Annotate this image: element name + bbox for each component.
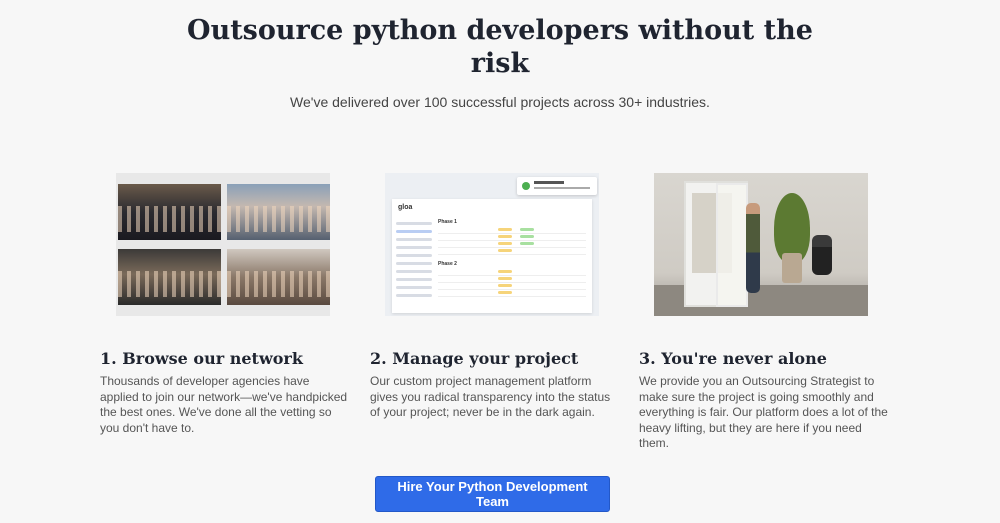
page-title: Outsource python developers without the …	[0, 14, 1000, 80]
page-title-line-1: Outsource python developers without the	[187, 15, 813, 46]
project-dashboard-screenshot: gloa Phase 1 Phase 2	[385, 173, 599, 316]
step-2-text: Our custom project management platform g…	[370, 374, 611, 419]
step-3-title: 3. You're never alone	[639, 349, 827, 368]
team-photos-collage	[116, 173, 330, 316]
person-seated	[812, 235, 832, 275]
dashboard-table: Phase 1 Phase 2	[438, 217, 586, 297]
team-photo-3	[118, 249, 221, 305]
notification-icon	[522, 182, 530, 190]
office-phone-booth-photo	[654, 173, 868, 316]
step-3-text: We provide you an Outsourcing Strategist…	[639, 374, 888, 450]
step-1-text: Thousands of developer agencies have app…	[100, 374, 348, 435]
pod-door	[716, 183, 748, 307]
step-1-title: 1. Browse our network	[100, 349, 303, 368]
step-2-title: 2. Manage your project	[370, 349, 579, 368]
page-title-line-2: risk	[470, 48, 530, 79]
team-photo-4	[227, 249, 330, 305]
plant-pot	[782, 253, 802, 283]
hire-team-button[interactable]: Hire Your Python Development Team	[375, 476, 610, 512]
team-photo-2	[227, 184, 330, 240]
notification-popup	[517, 177, 597, 195]
dashboard-window: gloa Phase 1 Phase 2	[392, 199, 592, 313]
dashboard-sidebar	[396, 217, 432, 302]
dashboard-phase-2: Phase 2	[438, 261, 457, 267]
page-subtitle: We've delivered over 100 successful proj…	[290, 94, 710, 110]
person-standing	[746, 203, 760, 293]
dashboard-logo: gloa	[398, 204, 413, 211]
dashboard-phase-1: Phase 1	[438, 219, 457, 225]
team-photo-1	[118, 184, 221, 240]
